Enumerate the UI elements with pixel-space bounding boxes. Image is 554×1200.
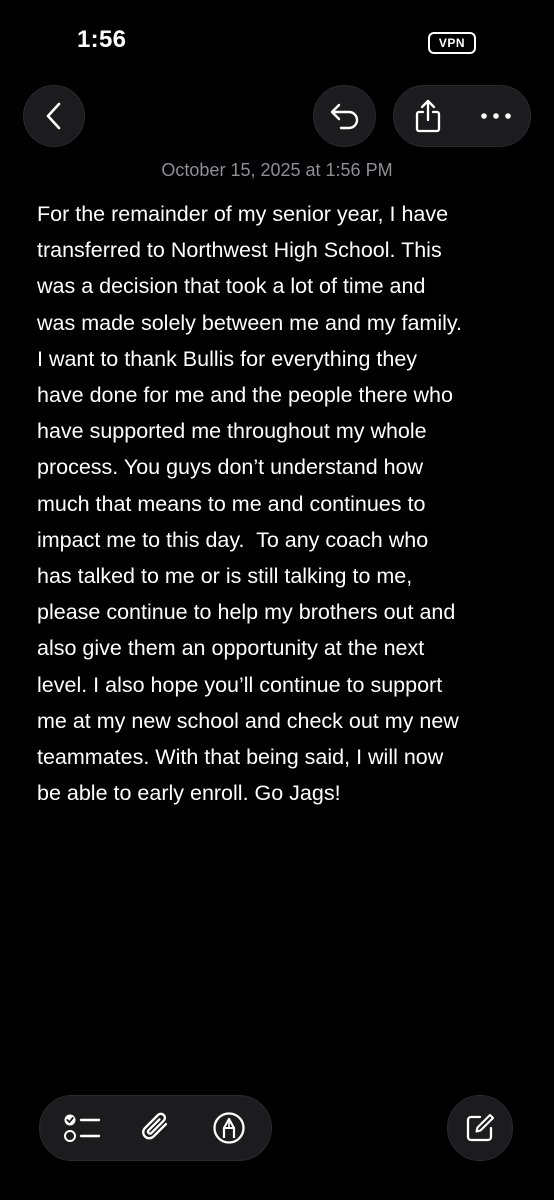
checklist-button[interactable] (53, 1098, 113, 1158)
ellipsis-icon (480, 112, 512, 120)
note-line: impact me to this day. To any coach who (37, 527, 429, 552)
undo-button[interactable] (313, 85, 376, 147)
note-line: process. You guys don’t understand how (37, 455, 424, 480)
note-line: have supported me throughout my whole (37, 419, 427, 444)
more-button[interactable] (462, 86, 530, 146)
note-line: has talked to me or is still talking to … (37, 564, 413, 589)
compose-icon (464, 1112, 496, 1144)
note-line: please continue to help my brothers out … (37, 600, 456, 625)
status-time: 1:56 (77, 26, 127, 53)
checklist-icon (63, 1111, 103, 1145)
note-line: level. I also hope you’ll continue to su… (37, 672, 443, 697)
note-line: be able to early enroll. Go Jags! (37, 781, 341, 806)
chevron-left-icon (44, 101, 64, 131)
undo-icon (329, 101, 361, 131)
actions-pill (393, 85, 531, 147)
compose-button[interactable] (447, 1095, 513, 1161)
vpn-badge: VPN (428, 32, 476, 54)
note-line: was made solely between me and my family… (37, 310, 463, 335)
back-button[interactable] (23, 85, 85, 147)
note-date: October 15, 2025 at 1:56 PM (161, 160, 393, 180)
note-line: I want to thank Bullis for everything th… (37, 346, 418, 371)
note-line: also give them an opportunity at the nex… (37, 636, 425, 661)
note-line: much that means to me and continues to (37, 491, 426, 516)
note-line: me at my new school and check out my new (37, 708, 459, 733)
attachment-button[interactable] (126, 1098, 186, 1158)
note-line: teammates. With that being said, I will … (37, 745, 444, 770)
markup-pen-icon (212, 1111, 246, 1145)
bottom-toolbar (39, 1095, 272, 1161)
markup-button[interactable] (199, 1098, 259, 1158)
note-line: have done for me and the people there wh… (37, 383, 453, 408)
share-icon (413, 99, 443, 133)
note-line: For the remainder of my senior year, I h… (37, 202, 449, 226)
paperclip-icon (139, 1110, 173, 1146)
note-body[interactable]: For the remainder of my senior year, I h… (37, 196, 537, 811)
share-button[interactable] (394, 86, 462, 146)
note-line: transferred to Northwest High School. Th… (37, 238, 442, 263)
note-line: was a decision that took a lot of time a… (37, 274, 426, 299)
